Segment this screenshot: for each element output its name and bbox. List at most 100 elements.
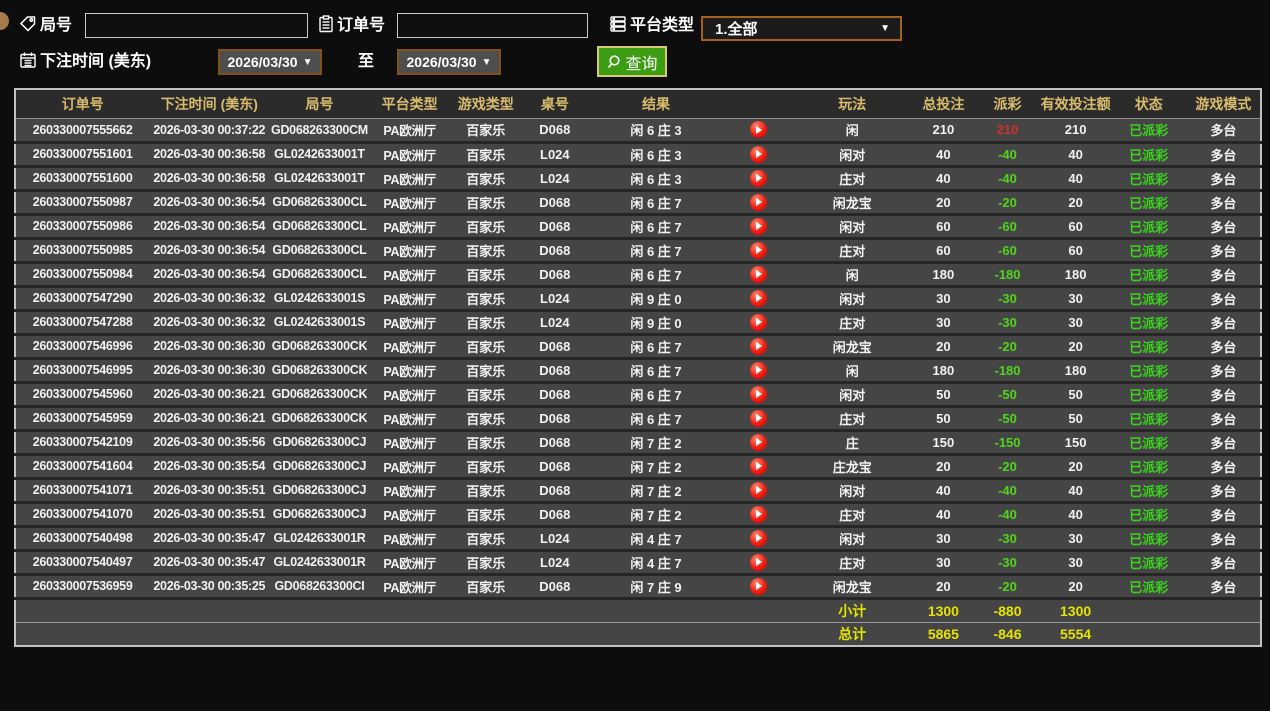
cell-play-type: 闲对 <box>792 382 913 408</box>
cell-play-type: 闲 <box>792 118 913 144</box>
col-payout: 派彩 <box>974 89 1041 119</box>
bet-time-label: 下注时间 (美东) <box>40 53 152 70</box>
date-to-picker[interactable]: 2026/03/30 ▼ <box>397 49 501 75</box>
video-replay-icon[interactable] <box>749 433 767 451</box>
cell-play-type: 闲 <box>792 358 913 384</box>
cell-round-no: GD068263300CI <box>269 574 370 600</box>
cell-platform: PA欧洲厅 <box>369 166 450 192</box>
cell-valid-bet: 210 <box>1040 118 1111 144</box>
cell-bet-time: 2026-03-30 00:36:54 <box>149 190 270 216</box>
cell-result: 闲 6 庄 7 <box>587 334 725 360</box>
platform-type-select[interactable]: 1.全部 ▼ <box>701 16 902 41</box>
video-replay-icon[interactable] <box>749 241 767 259</box>
cell-result: 闲 6 庄 7 <box>587 382 725 408</box>
cell-table-no: L024 <box>521 142 588 168</box>
table-row: 260330007541071 2026-03-30 00:35:51 GD06… <box>15 478 1261 504</box>
video-replay-icon[interactable] <box>749 145 767 163</box>
cell-total-bet: 60 <box>912 214 975 240</box>
cell-play-type: 庄对 <box>792 310 913 336</box>
cell-payout: -40 <box>974 142 1041 168</box>
search-button[interactable]: 查询 <box>597 46 667 77</box>
cell-table-no: D068 <box>521 358 588 384</box>
cell-order-no: 260330007540497 <box>15 550 150 576</box>
cell-video <box>724 334 793 360</box>
cell-round-no: GL0242633001S <box>269 286 370 312</box>
cell-platform: PA欧洲厅 <box>369 406 450 432</box>
cell-round-no: GL0242633001S <box>269 310 370 336</box>
cell-video <box>724 310 793 336</box>
cell-play-type: 庄对 <box>792 166 913 192</box>
cell-payout: -40 <box>974 478 1041 504</box>
chevron-down-icon: ▼ <box>481 56 492 68</box>
video-replay-icon[interactable] <box>749 217 767 235</box>
video-replay-icon[interactable] <box>749 577 767 595</box>
search-button-label: 查询 <box>625 55 658 73</box>
table-row: 260330007550985 2026-03-30 00:36:54 GD06… <box>15 238 1261 264</box>
cell-order-no: 260330007545960 <box>15 382 150 408</box>
cell-table-no: D068 <box>521 406 588 432</box>
cell-total-bet: 20 <box>912 334 975 360</box>
video-replay-icon[interactable] <box>749 289 767 307</box>
cell-video <box>724 214 793 240</box>
cell-play-type: 闲对 <box>792 214 913 240</box>
round-no-input[interactable] <box>85 13 308 38</box>
video-replay-icon[interactable] <box>749 169 767 187</box>
cell-status: 已派彩 <box>1110 382 1187 408</box>
cell-table-no: L024 <box>521 550 588 576</box>
order-no-input[interactable] <box>397 13 588 38</box>
cell-platform: PA欧洲厅 <box>369 550 450 576</box>
video-replay-icon[interactable] <box>749 481 767 499</box>
cell-round-no: GD068263300CK <box>269 382 370 408</box>
cell-order-no: 260330007545959 <box>15 406 150 432</box>
calendar-icon <box>19 51 37 69</box>
cell-video <box>724 478 793 504</box>
video-replay-icon[interactable] <box>749 409 767 427</box>
video-replay-icon[interactable] <box>749 553 767 571</box>
cell-order-no: 260330007546996 <box>15 334 150 360</box>
video-replay-icon[interactable] <box>749 121 767 139</box>
cell-bet-time: 2026-03-30 00:36:32 <box>149 286 270 312</box>
video-replay-icon[interactable] <box>749 337 767 355</box>
date-from-picker[interactable]: 2026/03/30 ▼ <box>218 49 322 75</box>
cell-game-type: 百家乐 <box>449 190 522 216</box>
cell-platform: PA欧洲厅 <box>369 190 450 216</box>
subtotal-valid-bet: 1300 <box>1040 597 1111 622</box>
cell-payout: 210 <box>974 118 1041 144</box>
cell-status: 已派彩 <box>1110 310 1187 336</box>
video-replay-icon[interactable] <box>749 313 767 331</box>
video-replay-icon[interactable] <box>749 529 767 547</box>
video-replay-icon[interactable] <box>749 385 767 403</box>
cell-table-no: D068 <box>521 574 588 600</box>
cell-video <box>724 166 793 192</box>
video-replay-icon[interactable] <box>749 265 767 283</box>
video-replay-icon[interactable] <box>749 193 767 211</box>
cell-result: 闲 6 庄 7 <box>587 214 725 240</box>
cell-play-type: 庄对 <box>792 238 913 264</box>
video-replay-icon[interactable] <box>749 361 767 379</box>
cell-table-no: D068 <box>521 430 588 456</box>
cell-game-mode: 多台 <box>1186 166 1261 192</box>
cell-platform: PA欧洲厅 <box>369 286 450 312</box>
cell-game-mode: 多台 <box>1186 478 1261 504</box>
cell-valid-bet: 40 <box>1040 478 1111 504</box>
table-row: 260330007551600 2026-03-30 00:36:58 GL02… <box>15 166 1261 192</box>
cell-bet-time: 2026-03-30 00:36:54 <box>149 214 270 240</box>
video-replay-icon[interactable] <box>749 457 767 475</box>
video-replay-icon[interactable] <box>749 505 767 523</box>
cell-platform: PA欧洲厅 <box>369 334 450 360</box>
cell-game-type: 百家乐 <box>449 286 522 312</box>
cell-video <box>724 526 793 552</box>
cell-payout: -180 <box>974 262 1041 288</box>
cell-payout: -50 <box>974 382 1041 408</box>
cell-video <box>724 454 793 480</box>
cell-video <box>724 262 793 288</box>
cell-status: 已派彩 <box>1110 142 1187 168</box>
cell-round-no: GD068263300CK <box>269 334 370 360</box>
cell-game-mode: 多台 <box>1186 454 1261 480</box>
cell-status: 已派彩 <box>1110 478 1187 504</box>
cell-bet-time: 2026-03-30 00:35:51 <box>149 478 270 504</box>
subtotal-payout: -880 <box>974 597 1041 622</box>
cell-order-no: 260330007551601 <box>15 142 150 168</box>
chevron-down-icon: ▼ <box>302 56 313 68</box>
cell-round-no: GL0242633001T <box>269 166 370 192</box>
